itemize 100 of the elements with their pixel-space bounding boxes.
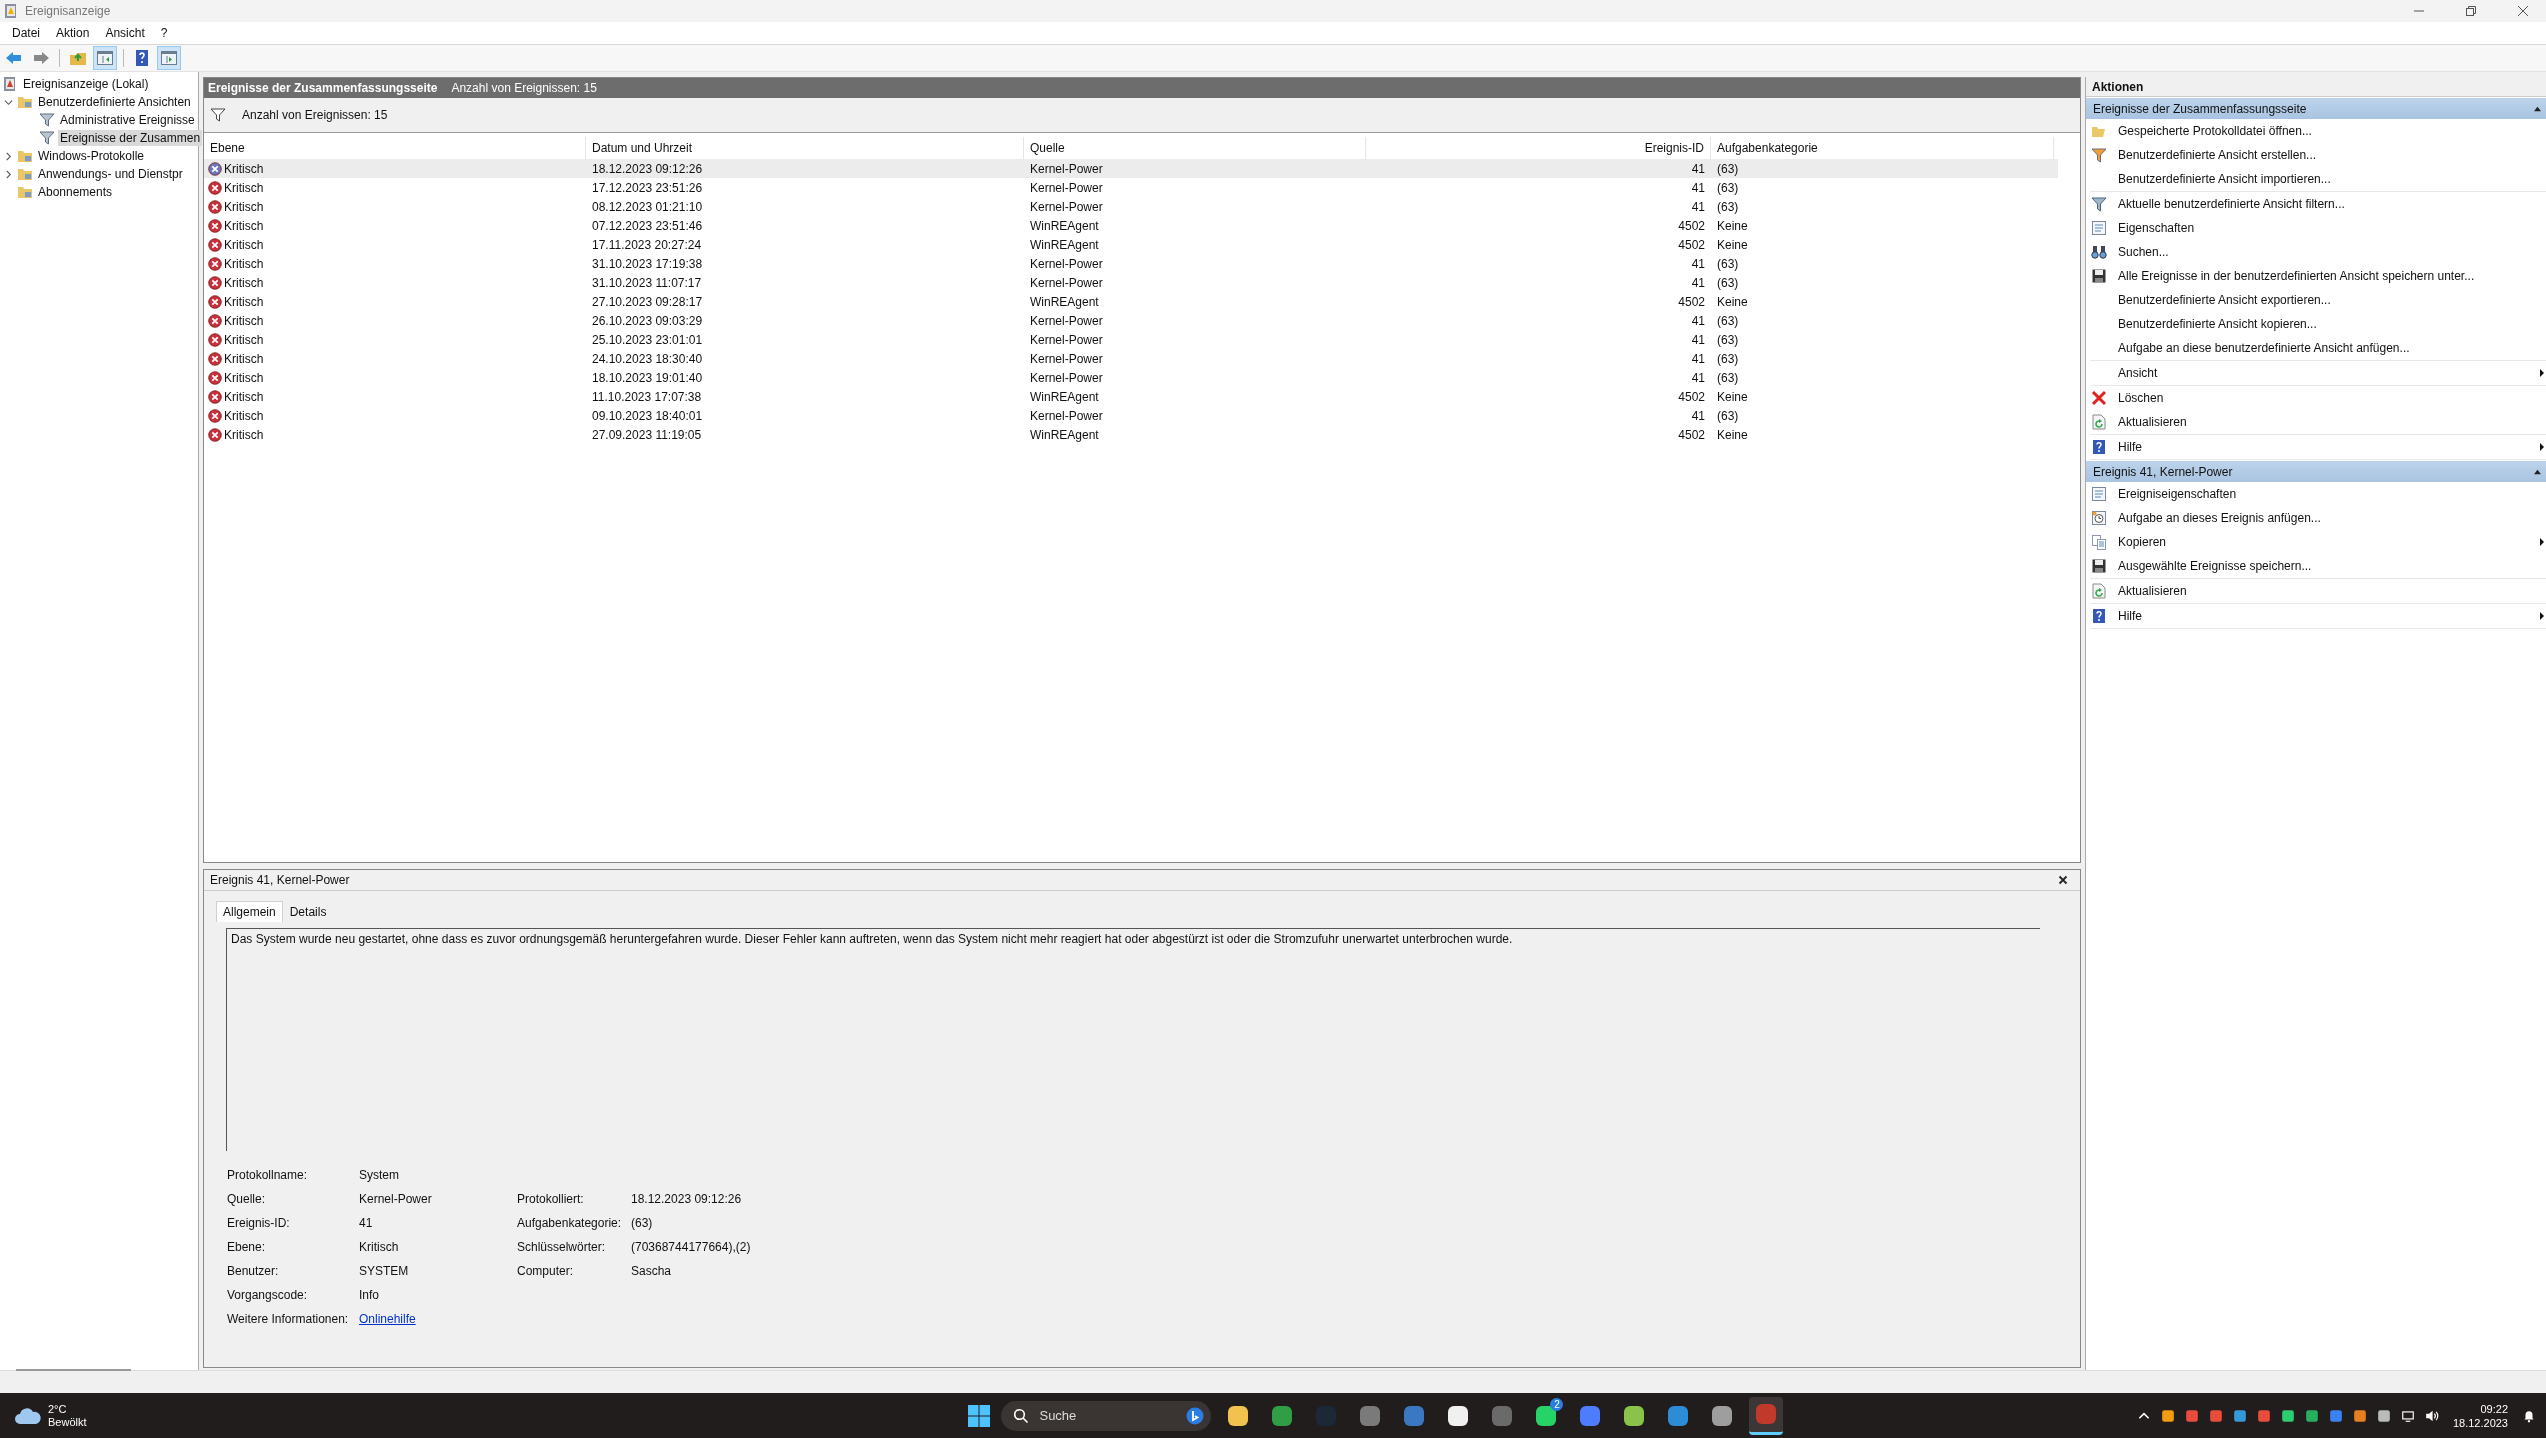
action-item[interactable]: Löschen: [2090, 386, 2546, 410]
chevron-icon[interactable]: [3, 97, 13, 107]
table-cell: (63): [1717, 370, 1739, 385]
table-cell: Kritisch: [224, 161, 264, 176]
action-item[interactable]: Alle Ereignisse in der benutzerdefinierten Ansicht speichern unter...: [2090, 264, 2546, 288]
table-cell: 25.10.2023 23:01:01: [592, 332, 703, 347]
tray-icon[interactable]: [2184, 1408, 2199, 1423]
menu-item[interactable]: Ansicht: [97, 24, 153, 42]
tree-item[interactable]: Abonnements: [36, 184, 115, 200]
tray-icon[interactable]: [2160, 1408, 2175, 1423]
table-row[interactable]: Kritisch 18.12.2023 09:12:26 Kernel-Power 41 (63): [204, 159, 2058, 178]
action-item[interactable]: Aktualisieren: [2090, 410, 2546, 434]
start-icon[interactable]: [967, 1403, 992, 1428]
tray-icon[interactable]: [2304, 1408, 2319, 1423]
section-header[interactable]: Ereignis 41, Kernel-Power: [2086, 461, 2546, 482]
table-row[interactable]: Kritisch 25.10.2023 23:01:01 Kernel-Power 41 (63): [204, 330, 2058, 349]
tray-icon[interactable]: [2328, 1408, 2343, 1423]
table-row[interactable]: Kritisch 17.12.2023 23:51:26 Kernel-Power 41 (63): [204, 178, 2058, 197]
menu-item[interactable]: Datei: [4, 24, 48, 42]
action-item[interactable]: Eigenschaften: [2090, 216, 2546, 240]
menu-item[interactable]: Aktion: [48, 24, 98, 42]
folder-icon: [17, 184, 33, 200]
speaker-icon[interactable]: [2424, 1408, 2439, 1423]
table-row[interactable]: Kritisch 18.10.2023 19:01:40 Kernel-Power 41 (63): [204, 368, 2058, 387]
tab[interactable]: Details: [282, 901, 334, 922]
close-icon[interactable]: [2058, 875, 2068, 885]
table-row[interactable]: Kritisch 27.10.2023 09:28:17 WinREAgent 4502 Keine: [204, 292, 2058, 311]
action-pane-button[interactable]: [157, 46, 181, 70]
table-cell: Kernel-Power: [1030, 161, 1103, 176]
table-row[interactable]: Kritisch 24.10.2023 18:30:40 Kernel-Power 41 (63): [204, 349, 2058, 368]
tree-item[interactable]: Anwendungs- und Dienstpr: [36, 166, 185, 182]
action-item[interactable]: Aktuelle benutzerdefinierte Ansicht filtern...: [2090, 192, 2546, 216]
action-item[interactable]: Kopieren: [2090, 530, 2546, 554]
online-help-link[interactable]: Onlinehilfe: [359, 1312, 416, 1326]
table-cell: Kritisch: [224, 218, 264, 233]
search-bar[interactable]: Suche: [1001, 1400, 1212, 1431]
caret-icon[interactable]: [2533, 468, 2542, 475]
action-item[interactable]: Benutzerdefinierte Ansicht exportieren...: [2090, 288, 2546, 312]
tab[interactable]: Allgemein: [216, 901, 283, 922]
table-row[interactable]: Kritisch 27.09.2023 11:19:05 WinREAgent 4502 Keine: [204, 425, 2058, 444]
table-cell: 41: [1691, 351, 1705, 366]
table-row[interactable]: Kritisch 09.10.2023 18:40:01 Kernel-Power 41 (63): [204, 406, 2058, 425]
table-cell: 18.12.2023 09:12:26: [592, 161, 703, 176]
clock-time[interactable]: 09:22: [2480, 1401, 2508, 1416]
field-value: 41: [359, 1216, 373, 1230]
action-item[interactable]: Ausgewählte Ereignisse speichern...: [2090, 554, 2546, 578]
tree-pane-button[interactable]: [93, 46, 117, 70]
close-icon[interactable]: [2516, 4, 2530, 18]
table-cell: WinREAgent: [1030, 427, 1099, 442]
taskbar-app[interactable]: [1749, 1396, 1784, 1435]
clock-date[interactable]: 18.12.2023: [2452, 1415, 2508, 1430]
tree-item[interactable]: Windows-Protokolle: [36, 148, 147, 164]
table-cell: 11.10.2023 17:07:38: [592, 389, 702, 404]
table-row[interactable]: Kritisch 26.10.2023 09:03:29 Kernel-Power 41 (63): [204, 311, 2058, 330]
action-item[interactable]: Aktualisieren: [2090, 579, 2546, 603]
section-title: Ereignis 41, Kernel-Power: [2093, 464, 2233, 479]
action-item[interactable]: Hilfe: [2090, 604, 2546, 628]
action-item[interactable]: Benutzerdefinierte Ansicht kopieren...: [2090, 312, 2546, 336]
table-row[interactable]: Kritisch 08.12.2023 01:21:10 Kernel-Power 41 (63): [204, 197, 2058, 216]
tree-item[interactable]: Administrative Ereignisse: [58, 112, 197, 128]
chevron-icon[interactable]: [3, 151, 13, 161]
tray-icon[interactable]: [2256, 1408, 2271, 1423]
tray-icon[interactable]: [2208, 1408, 2223, 1423]
action-item[interactable]: Hilfe: [2090, 435, 2546, 459]
tree-item[interactable]: Ereignisanzeige (Lokal): [21, 76, 151, 92]
tray-icon[interactable]: [2232, 1408, 2247, 1423]
event-count: Anzahl von Ereignissen: 15: [451, 81, 597, 95]
section-header[interactable]: Ereignisse der Zusammenfassungsseite: [2086, 98, 2546, 119]
table-cell: 41: [1691, 161, 1705, 176]
table-row[interactable]: Kritisch 17.11.2023 20:27:24 WinREAgent 4502 Keine: [204, 235, 2058, 254]
folder-icon: [17, 148, 33, 164]
action-item[interactable]: Ereigniseigenschaften: [2090, 482, 2546, 506]
chat-icon[interactable]: [1185, 1405, 1206, 1426]
caret-icon[interactable]: [2533, 105, 2542, 112]
action-item[interactable]: Suchen...: [2090, 240, 2546, 264]
table-row[interactable]: Kritisch 31.10.2023 17:19:38 Kernel-Power 41 (63): [204, 254, 2058, 273]
tree-item[interactable]: Ereignisse der Zusammen: [58, 130, 203, 146]
tray-icon[interactable]: [2376, 1408, 2391, 1423]
tray-icon[interactable]: [2352, 1408, 2367, 1423]
search-field[interactable]: Suche: [1037, 1407, 1178, 1424]
table-row[interactable]: Kritisch 31.10.2023 11:07:17 Kernel-Power 41 (63): [204, 273, 2058, 292]
action-item[interactable]: Aufgabe an dieses Ereignis anfügen...: [2090, 506, 2546, 530]
menu-item[interactable]: ?: [152, 24, 176, 42]
tray-icon[interactable]: [2280, 1408, 2295, 1423]
chevron-icon[interactable]: [3, 169, 13, 179]
restore-icon[interactable]: [2464, 4, 2478, 18]
action-item[interactable]: Aufgabe an diese benutzerdefinierte Ansicht anfügen...: [2090, 336, 2546, 360]
tree-item[interactable]: Benutzerdefinierte Ansichten: [36, 94, 193, 110]
action-item[interactable]: Benutzerdefinierte Ansicht erstellen...: [2090, 143, 2546, 167]
table-cell: Keine: [1717, 427, 1748, 442]
field-value: Kritisch: [359, 1240, 399, 1254]
action-item[interactable]: Gespeicherte Protokolldatei öffnen...: [2090, 119, 2546, 143]
notification-badge: 2: [1550, 1397, 1564, 1411]
network-icon[interactable]: [2400, 1408, 2415, 1423]
bell-icon[interactable]: [2522, 1408, 2536, 1423]
action-item[interactable]: Ansicht: [2090, 361, 2546, 385]
taskbar-app[interactable]: 2: [1529, 1396, 1564, 1435]
table-row[interactable]: Kritisch 11.10.2023 17:07:38 WinREAgent 4502 Keine: [204, 387, 2058, 406]
table-row[interactable]: Kritisch 07.12.2023 23:51:46 WinREAgent 4502 Keine: [204, 216, 2058, 235]
action-item[interactable]: Benutzerdefinierte Ansicht importieren...: [2090, 167, 2546, 191]
